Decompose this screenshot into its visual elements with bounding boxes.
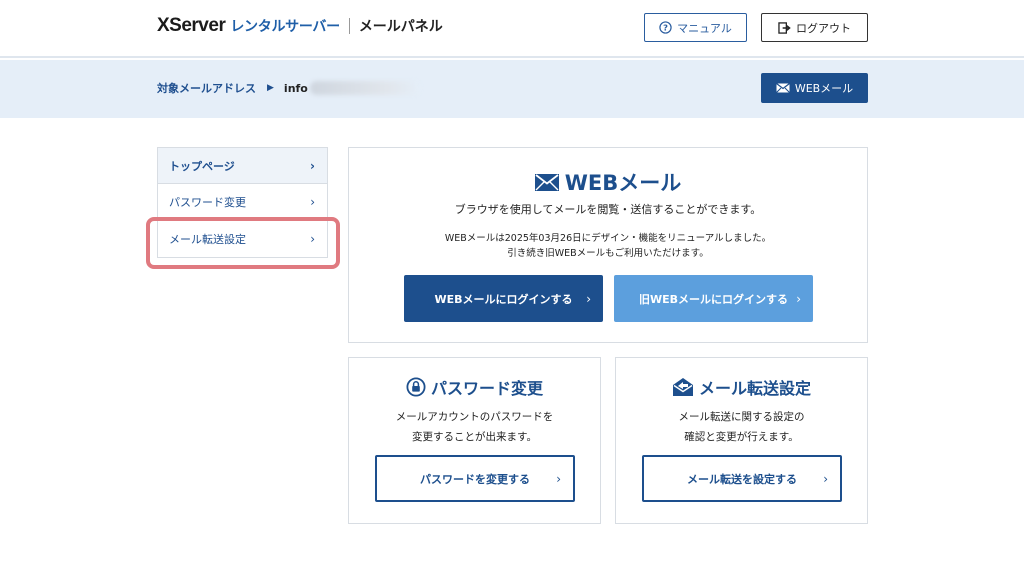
chevron-right-icon: › bbox=[823, 471, 828, 486]
change-password-button[interactable]: パスワードを変更する › bbox=[375, 455, 575, 502]
triangle-right-icon: ▶ bbox=[267, 83, 274, 93]
mail-address: info bbox=[283, 81, 308, 95]
logout-icon bbox=[778, 21, 791, 34]
logo-brand: XServer bbox=[157, 15, 226, 36]
webmail-login-label: WEBメールにログインする bbox=[434, 292, 573, 306]
password-description-line: 変更することが出来ます。 bbox=[412, 431, 537, 443]
password-card: パスワード変更 メールアカウントのパスワードを 変更することが出来ます。 パスワ… bbox=[348, 357, 601, 524]
sidebar: トップページ › パスワード変更 › メール転送設定 › bbox=[157, 147, 328, 258]
chevron-right-icon: › bbox=[310, 232, 315, 246]
password-description-line: メールアカウントのパスワードを bbox=[395, 411, 554, 423]
panel-name: メールパネル bbox=[358, 19, 443, 35]
webmail-card: WEBメール ブラウザを使用してメールを閲覧・送信することができます。 WEBメ… bbox=[348, 147, 868, 343]
svg-text:?: ? bbox=[663, 23, 668, 33]
sidebar-item-label: トップページ bbox=[169, 159, 235, 173]
chevron-right-icon: › bbox=[556, 471, 561, 486]
logout-label: ログアウト bbox=[796, 21, 851, 35]
sidebar-item-forwarding[interactable]: メール転送設定 › bbox=[157, 221, 328, 258]
webmail-notice-line: WEBメールは2025年03月26日にデザイン・機能をリニューアルしました。 bbox=[444, 233, 772, 244]
chevron-right-icon: › bbox=[310, 195, 315, 209]
forwarding-card-title: メール転送設定 bbox=[616, 375, 867, 399]
webmail-header-button[interactable]: WEBメール bbox=[761, 73, 868, 103]
target-address-label: 対象メールアドレス bbox=[157, 82, 256, 95]
chevron-right-icon: › bbox=[796, 291, 801, 306]
logo-product: レンタルサーバー bbox=[230, 19, 340, 35]
webmail-card-title: WEBメール bbox=[349, 167, 867, 197]
header: XServer レンタルサーバー メールパネル ? マニュアル ログアウト bbox=[0, 0, 1024, 58]
webmail-login-button[interactable]: WEBメールにログインする › bbox=[404, 275, 603, 322]
sidebar-item-label: メール転送設定 bbox=[169, 233, 246, 246]
envelope-icon bbox=[775, 83, 790, 93]
webmail-notice: WEBメールは2025年03月26日にデザイン・機能をリニューアルしました。 引… bbox=[349, 231, 867, 261]
password-card-title: パスワード変更 bbox=[349, 375, 600, 399]
breadcrumb: 対象メールアドレス ▶ info bbox=[157, 80, 420, 96]
sidebar-item-label: パスワード変更 bbox=[169, 196, 246, 209]
chevron-right-icon: › bbox=[310, 158, 315, 173]
question-circle-icon: ? bbox=[659, 21, 672, 34]
old-webmail-login-button[interactable]: 旧WEBメールにログインする › bbox=[614, 275, 813, 322]
mail-forward-icon bbox=[672, 378, 693, 396]
sidebar-item-password[interactable]: パスワード変更 › bbox=[157, 184, 328, 221]
webmail-title-text: WEBメール bbox=[564, 171, 682, 195]
account-band bbox=[0, 60, 1024, 118]
set-forwarding-label: メール転送を設定する bbox=[687, 472, 797, 486]
webmail-header-label: WEBメール bbox=[794, 82, 854, 95]
forwarding-title-text: メール転送設定 bbox=[698, 379, 811, 398]
password-description: メールアカウントのパスワードを 変更することが出来ます。 bbox=[349, 407, 600, 447]
logo[interactable]: XServer レンタルサーバー メールパネル bbox=[157, 14, 443, 38]
sidebar-item-top[interactable]: トップページ › bbox=[157, 147, 328, 184]
webmail-description: ブラウザを使用してメールを閲覧・送信することができます。 bbox=[454, 203, 762, 216]
lock-icon bbox=[406, 377, 426, 397]
forwarding-description-line: メール転送に関する設定の bbox=[678, 411, 805, 423]
logo-separator bbox=[348, 18, 350, 34]
change-password-label: パスワードを変更する bbox=[420, 472, 530, 486]
envelope-icon bbox=[534, 173, 559, 191]
logout-button[interactable]: ログアウト bbox=[761, 13, 868, 42]
redacted-address bbox=[309, 81, 420, 95]
manual-label: マニュアル bbox=[677, 21, 732, 35]
password-title-text: パスワード変更 bbox=[430, 379, 543, 398]
forwarding-card: メール転送設定 メール転送に関する設定の 確認と変更が行えます。 メール転送を設… bbox=[615, 357, 868, 524]
forwarding-description: メール転送に関する設定の 確認と変更が行えます。 bbox=[616, 407, 867, 447]
forwarding-description-line: 確認と変更が行えます。 bbox=[684, 431, 799, 443]
old-webmail-login-label: 旧WEBメールにログインする bbox=[638, 292, 789, 306]
webmail-notice-line: 引き続き旧WEBメールもご利用いただけます。 bbox=[507, 248, 709, 259]
manual-button[interactable]: ? マニュアル bbox=[644, 13, 747, 42]
chevron-right-icon: › bbox=[586, 291, 591, 306]
set-forwarding-button[interactable]: メール転送を設定する › bbox=[642, 455, 842, 502]
